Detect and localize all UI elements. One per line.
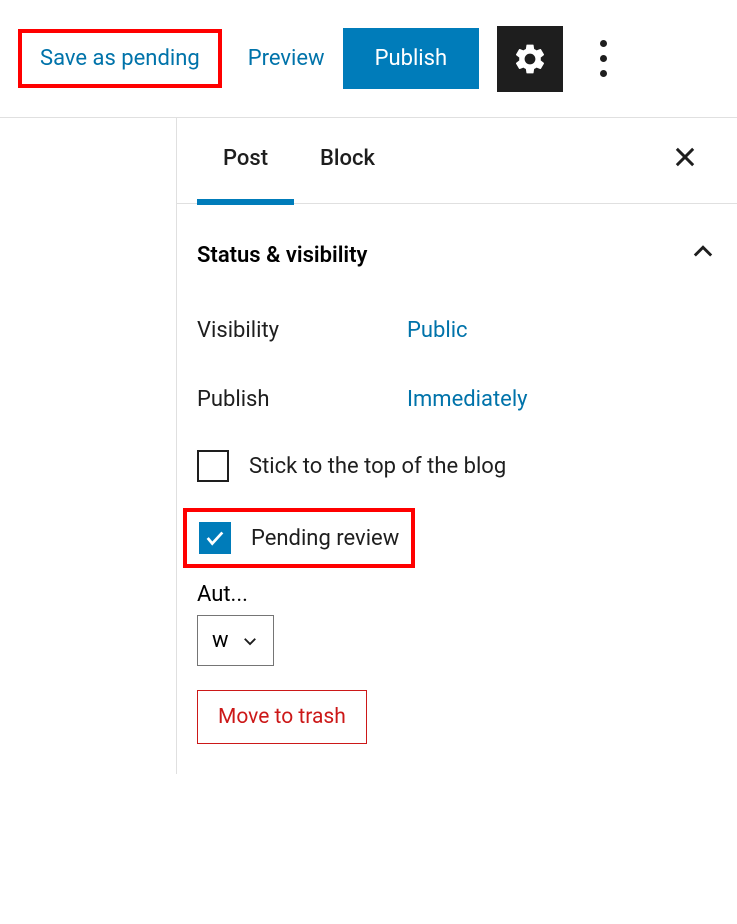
kebab-dot: [600, 70, 607, 77]
kebab-dot: [600, 55, 607, 62]
publish-value[interactable]: Immediately: [407, 387, 528, 412]
tab-post[interactable]: Post: [197, 118, 294, 205]
visibility-value[interactable]: Public: [407, 318, 468, 343]
kebab-dot: [600, 40, 607, 47]
visibility-label: Visibility: [197, 318, 407, 343]
chevron-up-icon: [689, 238, 717, 272]
move-to-trash-button[interactable]: Move to trash: [197, 690, 367, 744]
close-icon: [671, 143, 699, 171]
settings-button[interactable]: [497, 26, 563, 92]
stick-to-top-checkbox[interactable]: [197, 450, 229, 482]
save-as-pending-button[interactable]: Save as pending: [40, 46, 200, 71]
chevron-down-icon: [241, 632, 259, 650]
check-icon: [204, 527, 226, 549]
publish-button[interactable]: Publish: [343, 28, 480, 89]
pending-review-label: Pending review: [251, 526, 399, 551]
close-sidebar-button[interactable]: [653, 135, 717, 186]
publish-row: Publish Immediately: [197, 365, 717, 434]
pending-review-highlight: Pending review: [183, 508, 415, 568]
save-as-pending-highlight: Save as pending: [18, 29, 222, 88]
publish-label: Publish: [197, 387, 407, 412]
author-selected-value: w: [212, 628, 229, 653]
panel-toggle[interactable]: Status & visibility: [197, 234, 717, 296]
stick-to-top-row: Stick to the top of the blog: [197, 434, 717, 498]
editor-canvas: [0, 118, 176, 774]
visibility-row: Visibility Public: [197, 296, 717, 365]
gear-icon: [512, 41, 548, 77]
author-select[interactable]: w: [197, 615, 274, 666]
tab-block[interactable]: Block: [294, 118, 401, 205]
content-area: Post Block Status & visibility Visibilit…: [0, 118, 737, 774]
settings-sidebar: Post Block Status & visibility Visibilit…: [176, 118, 737, 774]
preview-button[interactable]: Preview: [248, 46, 325, 71]
sidebar-tabs: Post Block: [177, 118, 737, 204]
stick-to-top-label: Stick to the top of the blog: [249, 454, 506, 479]
toolbar: Save as pending Preview Publish: [0, 0, 737, 118]
options-button[interactable]: [581, 26, 625, 92]
panel-title: Status & visibility: [197, 243, 367, 268]
pending-review-checkbox[interactable]: [199, 522, 231, 554]
author-label: Aut...: [197, 582, 717, 607]
panel-status-visibility: Status & visibility Visibility Public Pu…: [177, 204, 737, 774]
